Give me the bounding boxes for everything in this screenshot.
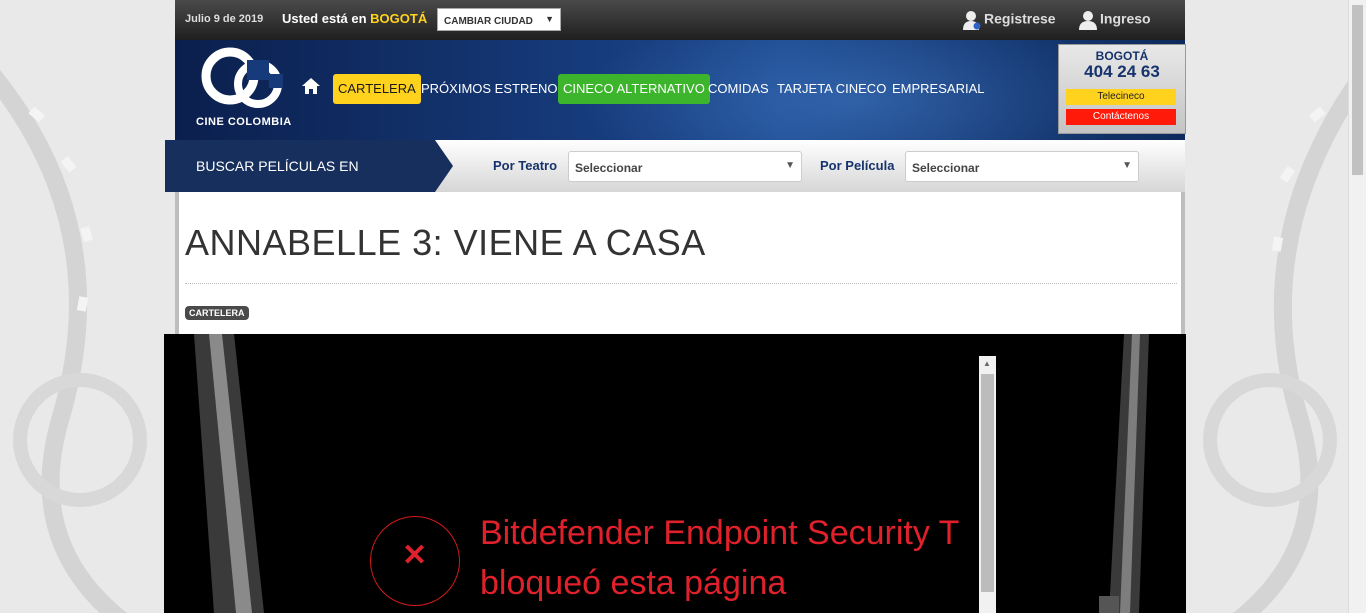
- nav-cartelera[interactable]: CARTELERA: [333, 74, 421, 104]
- chevron-down-icon: ▼: [785, 160, 795, 171]
- contact-phone: 404 24 63: [1084, 62, 1160, 81]
- nav-tarjeta-cineco[interactable]: TARJETA CINECO: [772, 74, 891, 104]
- security-block-frame: ✕ Bitdefender Endpoint Security T bloque…: [370, 356, 996, 613]
- category-tag[interactable]: CARTELERA: [185, 306, 249, 320]
- scroll-up-icon[interactable]: ▲: [983, 359, 991, 368]
- contact-us-button[interactable]: Contáctenos: [1066, 109, 1176, 125]
- theater-filter-label: Por Teatro: [493, 158, 558, 173]
- block-message: Bitdefender Endpoint Security T bloqueó …: [480, 508, 996, 608]
- nav-cineco-alternativo[interactable]: CINECO ALTERNATIVO: [558, 74, 710, 104]
- movie-header: ANNABELLE 3: VIENE A CASA CARTELERA: [175, 192, 1185, 334]
- nav-proximos-estrenos[interactable]: PRÓXIMOS ESTRENOS: [416, 74, 571, 104]
- home-icon[interactable]: [302, 78, 320, 94]
- top-bar: Julio 9 de 2019 Usted está en BOGOTÁ CAM…: [175, 0, 1185, 40]
- login-label: Ingreso: [1100, 10, 1151, 27]
- chevron-down-icon: ▼: [1122, 160, 1132, 171]
- login-link[interactable]: Ingreso: [1079, 10, 1151, 30]
- change-city-select[interactable]: CAMBIAR CIUDAD ▼: [437, 8, 561, 31]
- movie-select-value: Seleccionar: [912, 161, 980, 175]
- movie-search-bar: BUSCAR PELÍCULAS EN CARTELERA Por Teatro…: [165, 140, 1185, 226]
- nav-comidas[interactable]: COMIDAS: [703, 74, 774, 104]
- search-heading: BUSCAR PELÍCULAS EN CARTELERA: [165, 140, 453, 226]
- current-date: Julio 9 de 2019: [185, 13, 264, 25]
- trailer-area: ✕ Bitdefender Endpoint Security T bloque…: [164, 334, 1186, 613]
- page-wrapper: Julio 9 de 2019 Usted está en BOGOTÁ CAM…: [164, 0, 1186, 613]
- movie-select[interactable]: Seleccionar ▼: [905, 151, 1139, 182]
- register-label: Registrese: [984, 10, 1056, 27]
- close-icon: ✕: [402, 539, 428, 572]
- frame-scrollbar[interactable]: ▲: [979, 356, 996, 613]
- nav-empresarial[interactable]: EMPRESARIAL: [887, 74, 989, 104]
- main-navigation: CINE COLOMBIA CARTELERA PRÓXIMOS ESTRENO…: [175, 40, 1185, 140]
- register-link[interactable]: Registrese: [963, 10, 1056, 30]
- brand-name: CINE COLOMBIA: [196, 116, 292, 128]
- location-prefix: Usted está en: [282, 11, 367, 26]
- user-icon: [1079, 11, 1097, 30]
- change-city-label: CAMBIAR CIUDAD: [444, 16, 533, 27]
- frame-scrollbar-thumb[interactable]: [981, 374, 994, 592]
- user-add-icon: [963, 11, 981, 30]
- page-scrollbar-thumb[interactable]: [1352, 5, 1363, 175]
- movie-filter-label: Por Película: [820, 158, 895, 173]
- page-scrollbar[interactable]: [1348, 0, 1366, 613]
- location-indicator: Usted está en BOGOTÁ: [282, 11, 427, 26]
- telecineco-button[interactable]: Telecineco: [1066, 89, 1176, 105]
- chevron-down-icon: ▼: [545, 14, 554, 24]
- theater-select-value: Seleccionar: [575, 161, 643, 175]
- page-title: ANNABELLE 3: VIENE A CASA: [185, 222, 706, 263]
- location-city: BOGOTÁ: [370, 11, 428, 26]
- block-message-line2: bloqueó esta página: [480, 564, 787, 602]
- theater-select[interactable]: Seleccionar ▼: [568, 151, 802, 182]
- block-message-line1: Bitdefender Endpoint Security T: [480, 514, 960, 552]
- contact-city: BOGOTÁ: [1095, 49, 1149, 63]
- divider: [185, 283, 1177, 284]
- contact-box: BOGOTÁ 404 24 63 Telecineco Contáctenos: [1058, 44, 1186, 134]
